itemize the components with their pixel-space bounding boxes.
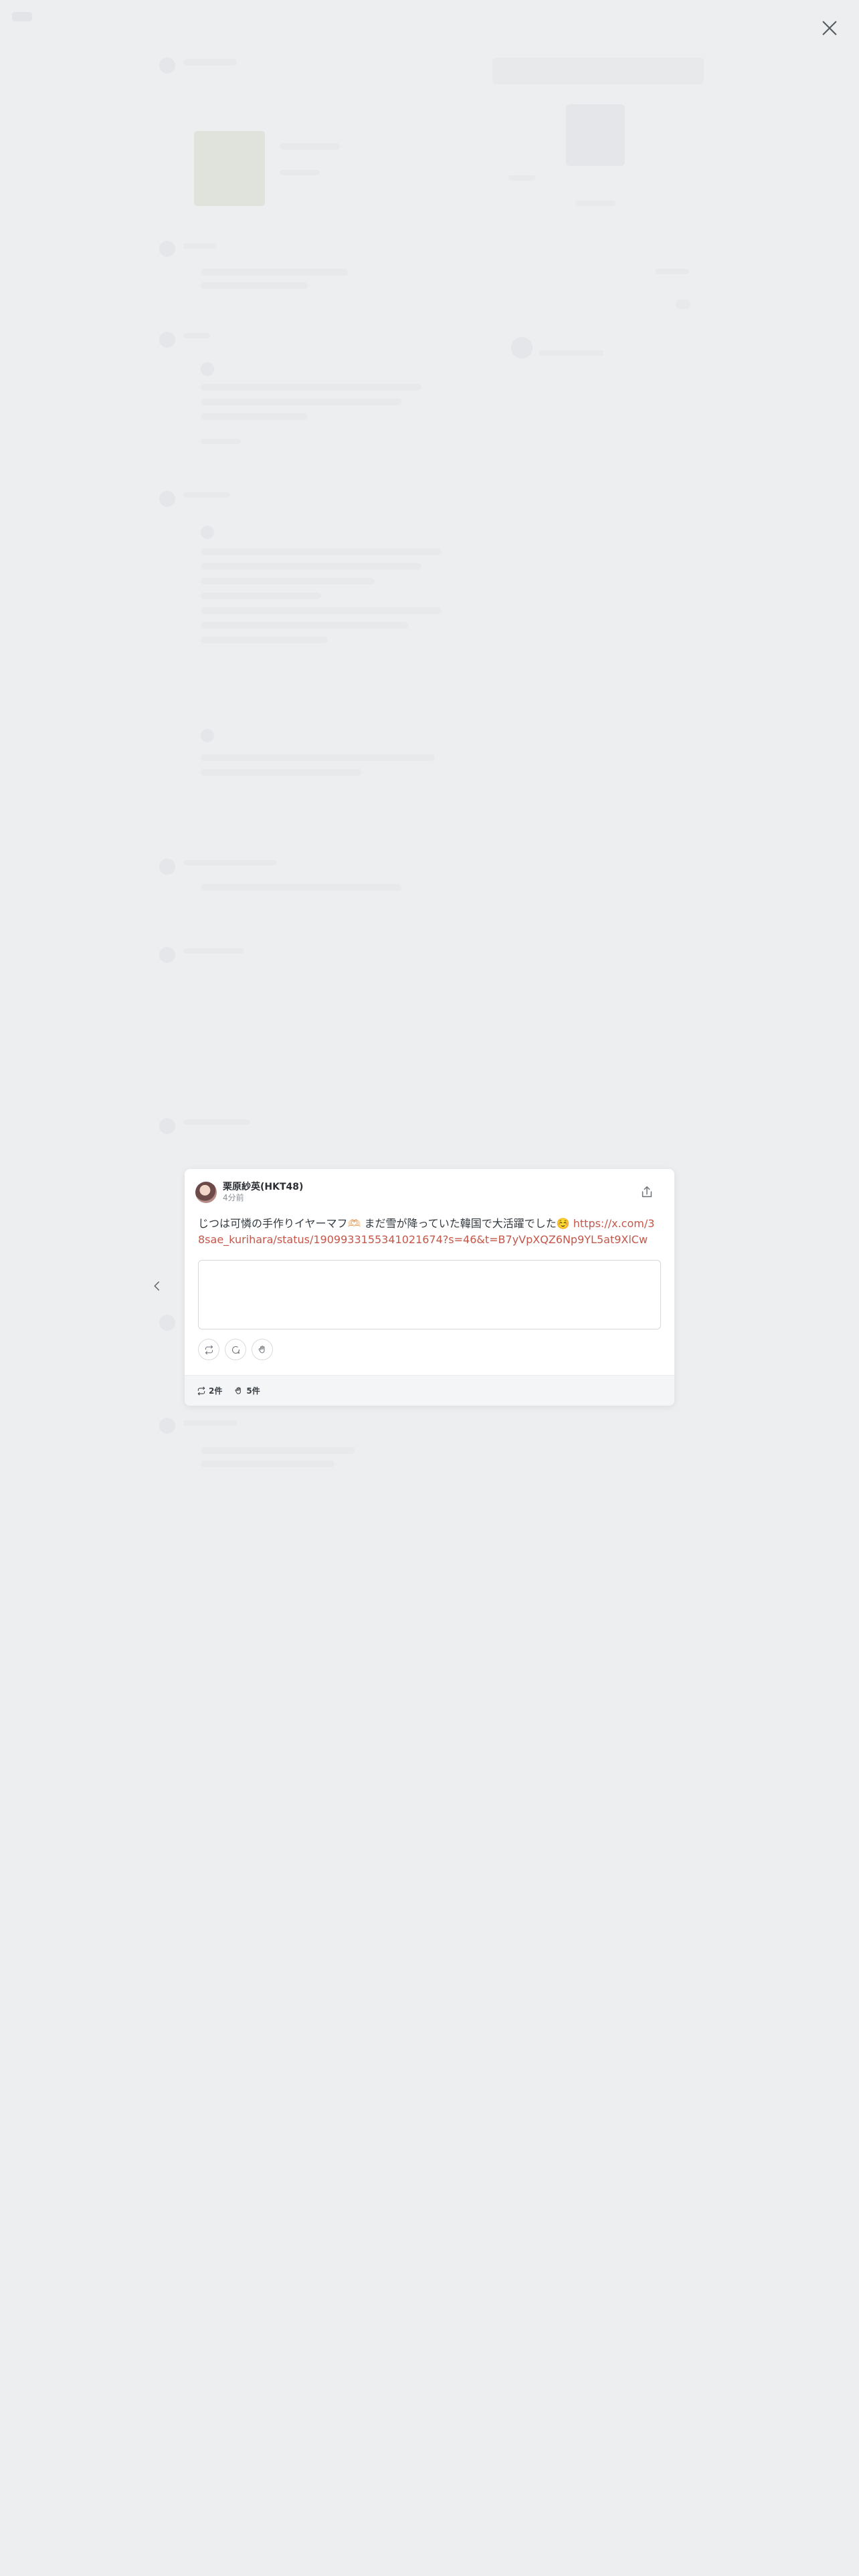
author-block: 栗原紗英(HKT48) 4分前 (223, 1182, 303, 1203)
post-footer: 2件 5件 (185, 1375, 674, 1406)
chevron-left-icon (154, 1281, 159, 1291)
feed-avatar (159, 491, 175, 507)
comment-button[interactable] (225, 1339, 246, 1360)
sidebar-line (508, 175, 535, 181)
clap-icon (235, 1386, 242, 1394)
feed-line (183, 59, 237, 66)
app-logo (12, 12, 32, 21)
feed-line (183, 948, 244, 954)
feed-line (201, 637, 328, 643)
feed-line (183, 333, 210, 338)
feed-line (183, 860, 277, 865)
feed-image (194, 131, 265, 206)
feed-avatar (159, 1418, 175, 1434)
repost-count-label: 2件 (209, 1386, 223, 1396)
feed-search-box (492, 58, 704, 84)
post-time: 4分前 (223, 1193, 244, 1202)
post-body: じつは可憐の手作りイヤーマフ🫶🏻 まだ雪が降っていた韓国で大活躍でした☺️ ht… (198, 1216, 661, 1248)
feed-line (201, 607, 442, 614)
post-header: 栗原紗英(HKT48) 4分前 (195, 1180, 303, 1205)
author-name[interactable]: 栗原紗英(HKT48) (223, 1182, 303, 1193)
repost-icon (205, 1345, 213, 1354)
like-button[interactable] (252, 1339, 273, 1360)
feed-line (201, 769, 361, 776)
post-actions (198, 1339, 273, 1360)
feed-avatar (159, 1315, 175, 1331)
post-modal: 栗原紗英(HKT48) 4分前 じつは可憐の手作りイヤーマフ🫶🏻 まだ雪が降って… (185, 1169, 674, 1406)
comment-icon (231, 1346, 240, 1354)
sidebar-line (575, 201, 615, 206)
share-button[interactable] (638, 1184, 656, 1201)
feed-line (201, 884, 401, 891)
like-count[interactable]: 5件 (234, 1385, 260, 1396)
clap-icon (258, 1345, 264, 1353)
feed-avatar (201, 526, 214, 539)
repost-count[interactable]: 2件 (197, 1385, 222, 1396)
feed-avatar (159, 332, 175, 348)
feed-avatar (159, 947, 175, 963)
feed-line (183, 1119, 250, 1125)
like-count-label: 5件 (246, 1386, 260, 1396)
sidebar-avatar (511, 337, 533, 358)
avatar[interactable] (195, 1182, 217, 1203)
feed-line (201, 563, 421, 570)
feed-line (280, 143, 340, 150)
feed-avatar (159, 1118, 175, 1134)
feed-line (201, 593, 321, 599)
feed-line (201, 384, 421, 391)
feed-line (201, 399, 401, 405)
post-text: じつは可憐の手作りイヤーマフ🫶🏻 まだ雪が降っていた韓国で大活躍でした☺️ (198, 1217, 570, 1230)
feed-line (201, 439, 241, 444)
embedded-post[interactable] (198, 1260, 661, 1329)
close-button[interactable] (816, 15, 843, 41)
sidebar-image (566, 104, 625, 166)
feed-line (201, 1447, 355, 1454)
feed-line (201, 1461, 335, 1467)
feed-line (183, 492, 230, 498)
feed-line (201, 548, 442, 555)
feed-line (201, 754, 435, 761)
share-icon (642, 1186, 652, 1198)
close-icon (822, 21, 837, 35)
feed-line (280, 170, 320, 175)
feed-avatar (159, 859, 175, 875)
feed-line (201, 622, 408, 629)
feed-line (201, 282, 308, 289)
feed-line (183, 1420, 237, 1426)
feed-line (183, 243, 217, 249)
feed-avatar (201, 362, 214, 376)
feed-avatar (201, 729, 214, 742)
feed-line (201, 578, 375, 584)
feed-line (656, 269, 689, 274)
sidebar-line (539, 350, 603, 356)
feed-line (676, 300, 690, 309)
feed-avatar (159, 241, 175, 257)
repost-icon (197, 1386, 205, 1395)
previous-post-button[interactable] (149, 1277, 166, 1295)
feed-avatar (159, 58, 175, 74)
feed-line (201, 269, 348, 276)
repost-button[interactable] (198, 1339, 219, 1360)
feed-line (201, 413, 308, 420)
